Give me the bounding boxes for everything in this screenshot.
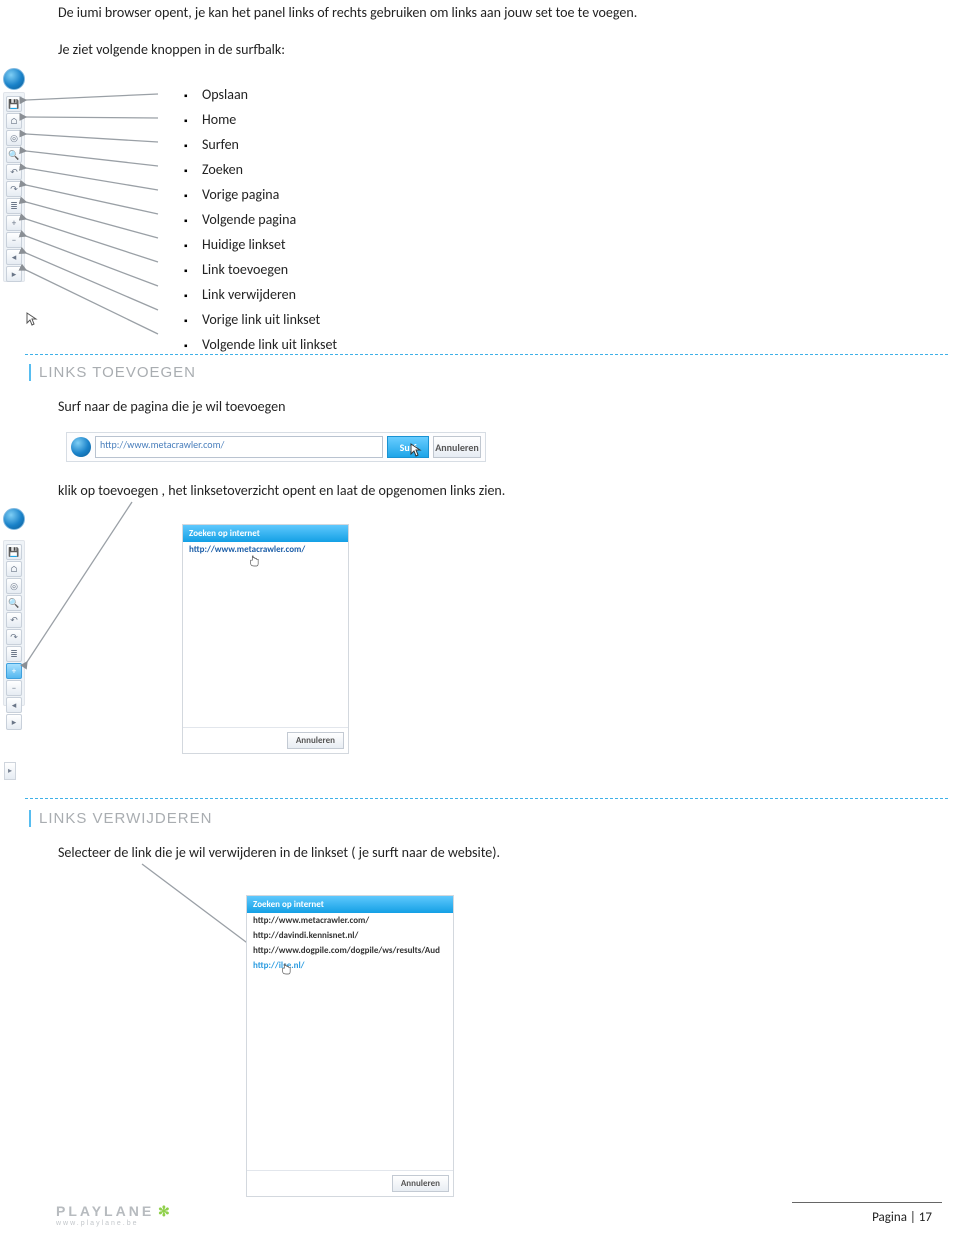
linkset-panel-remove: Zoeken op internet http://www.metacrawle… — [246, 895, 454, 1197]
label-link-verwijderen: Link verwijderen — [208, 283, 337, 308]
brand-name: PLAYLANE — [56, 1203, 154, 1219]
home-icon[interactable]: ⌂ — [6, 113, 22, 129]
section-remove-instr: Selecteer de link die je wil verwijderen… — [58, 844, 500, 861]
back-icon[interactable]: ↶ — [6, 164, 22, 180]
panel-link[interactable]: http://davindi.kennisnet.nl/ — [247, 928, 453, 943]
add-link-icon[interactable]: + — [6, 663, 22, 679]
surfbalk-toolbar-2: 💾 ⌂ ◎ 🔍 ↶ ↷ ≣ + − ◂ ▸ — [3, 540, 25, 706]
section-heading-add: LINKS TOEVOEGEN — [29, 364, 196, 381]
panel-link[interactable]: http://www.dogpile.com/dogpile/ws/result… — [247, 943, 453, 958]
prev-link-icon[interactable]: ◂ — [6, 697, 22, 713]
cursor-icon — [410, 443, 422, 457]
label-link-toevoegen: Link toevoegen — [208, 258, 337, 283]
intro-line1: De iumi browser opent, je kan het panel … — [58, 4, 637, 21]
arrow-annotation-3 — [0, 850, 280, 970]
cancel-button[interactable]: Annuleren — [433, 436, 481, 458]
panel-cancel-button[interactable]: Annuleren — [287, 732, 344, 749]
surf-button[interactable]: Surf — [387, 436, 429, 458]
label-vorige-pagina: Vorige pagina — [208, 183, 337, 208]
panel-footer: Annuleren — [247, 1170, 453, 1196]
hand-cursor-icon — [249, 555, 414, 567]
label-vorige-link: Vorige link uit linkset — [208, 308, 337, 333]
panel-body: http://www.metacrawler.com/ — [183, 542, 348, 727]
url-bar: http://www.metacrawler.com/ Surf Annuler… — [66, 432, 486, 462]
linkset-icon[interactable]: ≣ — [6, 646, 22, 662]
panel-cancel-button[interactable]: Annuleren — [392, 1175, 449, 1192]
section-heading-remove: LINKS VERWIJDEREN — [29, 810, 212, 827]
linkset-panel: Zoeken op internet http://www.metacrawle… — [182, 524, 349, 754]
home-icon[interactable]: ⌂ — [6, 561, 22, 577]
linkset-icon[interactable]: ≣ — [6, 198, 22, 214]
save-icon[interactable]: 💾 — [6, 96, 22, 112]
toolbar-labels-list: Opslaan Home Surfen Zoeken Vorige pagina… — [184, 83, 337, 358]
remove-link-icon[interactable]: − — [6, 232, 22, 248]
cursor-icon — [26, 312, 38, 326]
expand-handle-icon[interactable]: ▸ — [4, 762, 16, 780]
next-link-icon[interactable]: ▸ — [6, 714, 22, 730]
panel-title: Zoeken op internet — [247, 896, 453, 913]
surfbalk-toolbar: 💾 ⌂ ◎ 🔍 ↶ ↷ ≣ + − ◂ ▸ — [3, 92, 25, 282]
intro-line2: Je ziet volgende knoppen in de surfbalk: — [58, 41, 637, 58]
section-divider — [25, 798, 948, 799]
brand-url: www.playlane.be — [56, 1220, 170, 1227]
search-icon[interactable]: 🔍 — [6, 147, 22, 163]
forward-icon[interactable]: ↷ — [6, 629, 22, 645]
section-add-instr: Surf naar de pagina die je wil toevoegen — [58, 398, 285, 415]
panel-link[interactable]: http://www.metacrawler.com/ — [247, 913, 453, 928]
panel-title: Zoeken op internet — [183, 525, 348, 542]
globe-icon — [3, 68, 25, 90]
footer-rule — [792, 1202, 942, 1203]
prev-link-icon[interactable]: ◂ — [6, 249, 22, 265]
arrow-annotation-2 — [0, 490, 200, 690]
globe-icon — [3, 508, 25, 530]
label-zoeken: Zoeken — [208, 158, 337, 183]
search-icon[interactable]: 🔍 — [6, 595, 22, 611]
label-surfen: Surfen — [208, 133, 337, 158]
save-icon[interactable]: 💾 — [6, 544, 22, 560]
globe-icon — [71, 437, 91, 457]
panel-body: http://www.metacrawler.com/ http://davin… — [247, 913, 453, 1170]
label-huidige-linkset: Huidige linkset — [208, 233, 337, 258]
label-volgende-pagina: Volgende pagina — [208, 208, 337, 233]
surf-icon[interactable]: ◎ — [6, 130, 22, 146]
section-divider — [25, 354, 948, 355]
forward-icon[interactable]: ↷ — [6, 181, 22, 197]
surf-icon[interactable]: ◎ — [6, 578, 22, 594]
page-number: Pagina | 17 — [872, 1210, 932, 1225]
brand-symbol-icon: ✻ — [154, 1203, 170, 1219]
panel-footer: Annuleren — [183, 727, 348, 753]
add-link-icon[interactable]: + — [6, 215, 22, 231]
back-icon[interactable]: ↶ — [6, 612, 22, 628]
label-home: Home — [208, 108, 337, 133]
intro-text: De iumi browser opent, je kan het panel … — [58, 4, 637, 78]
hand-cursor-icon — [281, 963, 487, 975]
next-link-icon[interactable]: ▸ — [6, 266, 22, 282]
section-add-after: klik op toevoegen , het linksetoverzicht… — [58, 482, 505, 499]
label-opslaan: Opslaan — [208, 83, 337, 108]
url-input[interactable]: http://www.metacrawler.com/ — [95, 436, 383, 458]
remove-link-icon[interactable]: − — [6, 680, 22, 696]
brand-logo: PLAYLANE ✻ www.playlane.be — [56, 1203, 170, 1227]
